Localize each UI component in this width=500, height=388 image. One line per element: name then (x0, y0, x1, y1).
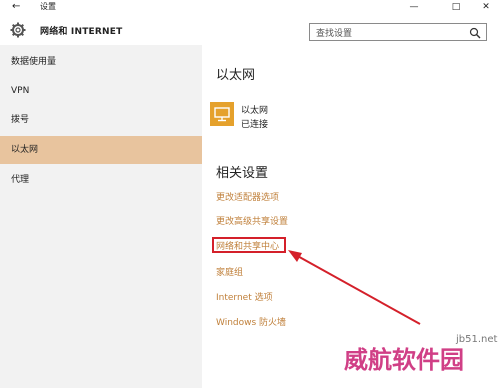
annotation-arrow (288, 250, 421, 325)
watermark-text: 威航软件园 (344, 346, 464, 374)
